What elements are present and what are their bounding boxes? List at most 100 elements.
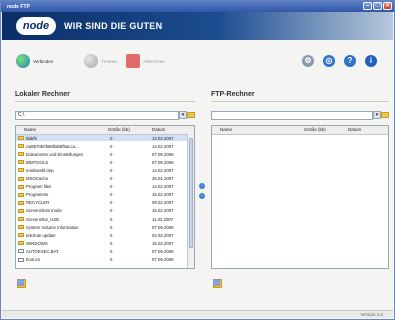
settings-icon[interactable]: ⚙: [302, 55, 314, 67]
cell-date: 26.01.2007: [152, 176, 174, 181]
window-controls: – □ ×: [363, 2, 392, 10]
maximize-button[interactable]: □: [373, 2, 382, 10]
table-row[interactable]: modswebl.tmp 0 13.02.2007: [16, 167, 188, 173]
cell-name: AUTOEXEC.BAT: [26, 248, 59, 254]
abort-label: Abbrechen: [143, 58, 165, 64]
table-row[interactable]: Screenshots Inode 0 15.02.2007: [16, 208, 188, 214]
cell-date: 15.02.2007: [152, 208, 174, 214]
folder-icon: [18, 168, 24, 173]
table-row[interactable]: RECYCLER 0 09.02.2007: [16, 200, 188, 206]
local-file-list: Name Größe (kb) Datum Bakfit 0 13.02.2007 c…: [15, 125, 195, 269]
cell-name: Programme: [26, 192, 49, 198]
cell-name: Dokumente und Einstellungen: [26, 151, 84, 157]
cell-date: 11.02.2007: [152, 216, 174, 222]
cell-date: 13.02.2007: [152, 135, 174, 141]
help-icon[interactable]: ?: [344, 55, 356, 67]
remote-pane-header: FTP-Rechner: [211, 91, 255, 98]
table-row[interactable]: boot.ini 0 07.09.2006: [16, 257, 188, 263]
cell-size: 0: [110, 248, 113, 254]
cell-date: 07.09.2006: [152, 257, 174, 262]
table-row[interactable]: Screenshot_USB 0 11.02.2007: [16, 216, 188, 222]
table-row[interactable]: System Volume Information 0 07.09.2006: [16, 224, 188, 230]
local-path-input[interactable]: C:\: [15, 111, 179, 120]
remote-col-date[interactable]: Datum: [348, 127, 361, 132]
connect-label: Verbinden: [33, 58, 54, 64]
cell-name: Screenshot_USB: [26, 216, 59, 222]
remote-folder-up-icon[interactable]: [381, 112, 389, 118]
table-row[interactable]: cw8570b0fa90fab8f5acca... 0 13.02.2007: [16, 143, 188, 149]
folder-up-icon[interactable]: [187, 112, 195, 118]
cell-size: 0: [110, 208, 113, 214]
cell-date: 07.09.2006: [152, 151, 174, 157]
table-row[interactable]: AUTOEXEC.BAT 0 07.09.2006: [16, 248, 188, 254]
remote-file-list: Name Größe (kb) Datum: [211, 125, 389, 269]
table-row[interactable]: IBMTOOLS 0 07.09.2006: [16, 159, 188, 165]
main-toolbar: Verbinden Trennen Abbrechen ⚙ ◎ ? i: [2, 49, 393, 73]
download-arrow-icon[interactable]: ‹: [199, 193, 205, 199]
remote-col-size[interactable]: Größe (kb): [304, 127, 326, 132]
cell-date: 02.02.2007: [152, 232, 174, 238]
cell-size: 0: [110, 184, 113, 190]
cell-name: Program files: [26, 184, 52, 190]
col-date[interactable]: Datum: [152, 127, 165, 132]
abort-button[interactable]: Abbrechen: [126, 54, 165, 68]
node-logo: node: [16, 17, 56, 35]
globe-icon[interactable]: ◎: [323, 55, 335, 67]
cell-size: 0: [110, 176, 113, 181]
minimize-button[interactable]: –: [363, 2, 372, 10]
cell-name: RECYCLER: [26, 200, 50, 206]
table-row[interactable]: Program files 0 13.02.2007: [16, 184, 188, 190]
cell-name: tele2ute update: [26, 232, 56, 238]
abort-icon: [126, 54, 140, 68]
folder-icon: [18, 192, 24, 197]
status-bar: Version 1.0: [2, 310, 393, 318]
brand-banner: node WIR SIND DIE GUTEN: [2, 12, 393, 40]
local-column-header: Name Größe (kb) Datum: [16, 126, 194, 135]
col-name[interactable]: Name: [24, 127, 36, 132]
info-icon[interactable]: i: [365, 55, 377, 67]
table-row[interactable]: Programme 0 15.02.2007: [16, 192, 188, 198]
local-header-divider: [15, 101, 195, 102]
table-row[interactable]: WINDOWS 0 15.02.2007: [16, 240, 188, 246]
connect-button[interactable]: Verbinden: [16, 54, 53, 68]
table-row[interactable]: Bakfit 0 13.02.2007: [16, 135, 188, 142]
remote-col-name[interactable]: Name: [220, 127, 232, 132]
col-size[interactable]: Größe (kb): [108, 127, 130, 132]
disconnect-button[interactable]: Trennen: [84, 54, 118, 68]
disconnect-icon: [84, 54, 98, 68]
cell-size: 0: [110, 200, 113, 206]
folder-icon: [18, 225, 24, 230]
refresh-icon[interactable]: [17, 279, 24, 286]
cell-date: 09.02.2007: [152, 200, 174, 206]
folder-icon: [18, 200, 24, 205]
remote-path-dropdown[interactable]: ▾: [373, 111, 381, 119]
local-scrollbar[interactable]: [187, 134, 194, 268]
cell-date: 15.02.2007: [152, 240, 174, 246]
table-row[interactable]: tele2ute update 0 02.02.2007: [16, 232, 188, 238]
cell-name: WINDOWS: [26, 240, 48, 246]
cell-size: 0: [110, 257, 113, 262]
cell-name: cw8570b0fa90fab8f5acca...: [26, 143, 79, 149]
file-icon: [18, 249, 24, 254]
cell-date: 07.09.2006: [152, 224, 174, 230]
folder-icon: [18, 217, 24, 221]
table-row[interactable]: Dokumente und Einstellungen 0 07.09.2006: [16, 151, 188, 157]
cell-size: 0: [110, 240, 113, 246]
cell-date: 15.02.2007: [152, 192, 174, 198]
cell-date: 07.09.2006: [152, 248, 174, 254]
remote-path-input[interactable]: [211, 111, 373, 120]
local-path-dropdown[interactable]: ▾: [179, 111, 187, 119]
local-scroll-thumb[interactable]: [189, 138, 193, 248]
folder-icon: [18, 241, 24, 246]
upload-arrow-icon[interactable]: ›: [199, 183, 205, 189]
remote-refresh-icon[interactable]: [213, 279, 220, 286]
cell-size: 0: [110, 159, 113, 165]
table-row[interactable]: MSOCache 0 26.01.2007: [16, 176, 188, 182]
banner-slogan: WIR SIND DIE GUTEN: [64, 21, 163, 31]
cell-size: 0: [110, 192, 113, 198]
cell-date: 13.02.2007: [152, 184, 174, 190]
folder-icon: [18, 208, 24, 213]
cell-name: Screenshots Inode: [26, 208, 62, 214]
folder-icon: [18, 184, 24, 189]
close-button[interactable]: ×: [383, 2, 392, 10]
